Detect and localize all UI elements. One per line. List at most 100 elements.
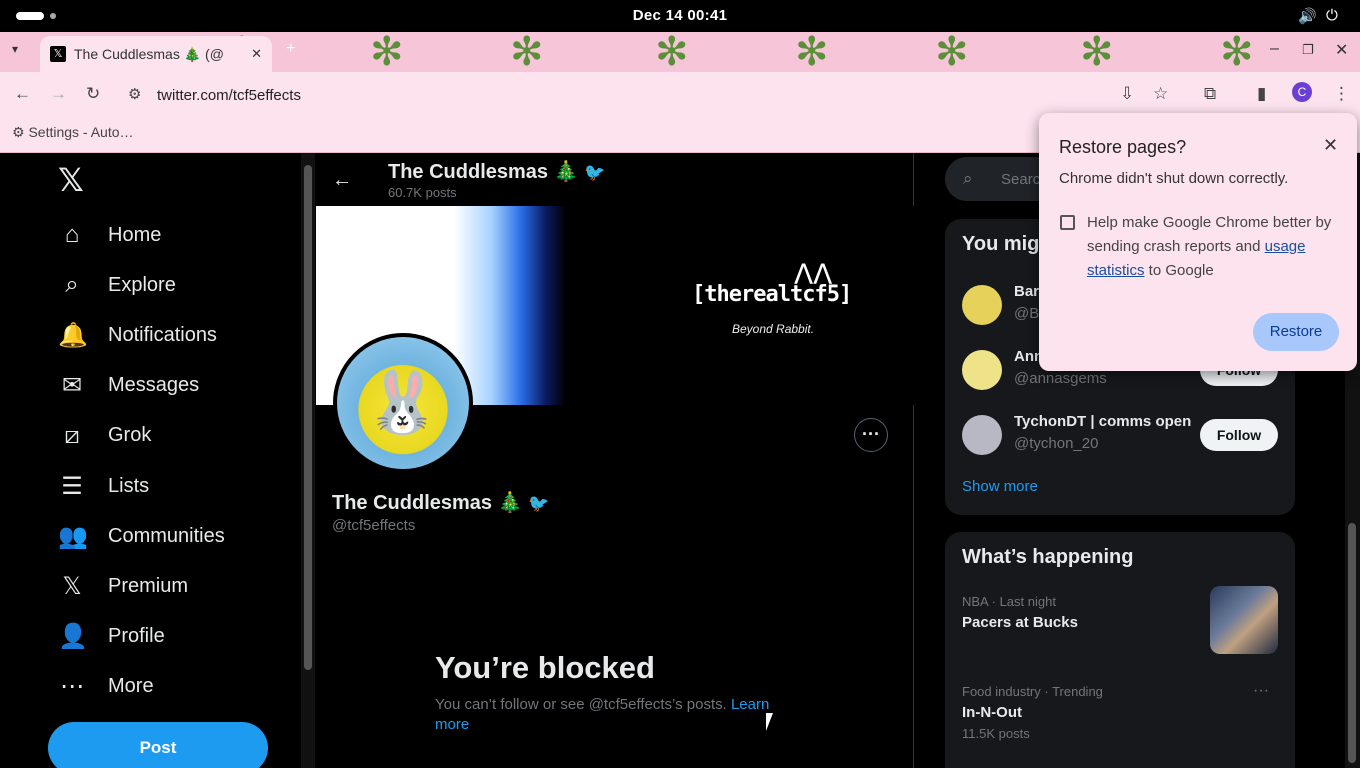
restore-pages-dialog: Restore pages? ✕ Chrome didn't shut down… <box>1039 113 1357 371</box>
show-more-link[interactable]: Show more <box>962 478 1038 495</box>
extensions-icon[interactable]: ⧉ <box>1204 84 1216 104</box>
back-arrow-icon[interactable]: ← <box>14 84 31 104</box>
nav-item-more[interactable]: ⋯ More <box>58 662 154 712</box>
home-icon: ⌂ <box>64 221 80 248</box>
bookmark-star-icon[interactable]: ☆ <box>1153 84 1168 104</box>
list-icon: ☰ <box>61 472 83 500</box>
side-panel-icon[interactable]: ▮ <box>1257 84 1266 104</box>
nav-item-grok[interactable]: ⧄ Grok <box>58 411 151 461</box>
trend-count: 11.5K posts <box>962 726 1030 741</box>
nav-item-profile[interactable]: 👤 Profile <box>58 612 165 662</box>
nav-item-communities[interactable]: 👥 Communities <box>58 511 225 561</box>
profile-handle: @tcf5effects <box>332 517 416 534</box>
close-icon[interactable]: ✕ <box>1323 135 1338 156</box>
blocked-text: You can’t follow or see @tcf5effects’s p… <box>435 696 727 713</box>
x-logo-icon[interactable]: 𝕏 <box>58 161 84 199</box>
tab-close-icon[interactable]: ✕ <box>251 46 262 62</box>
trend-more-icon[interactable]: ··· <box>1253 682 1269 700</box>
leaf-decoration-icon: ✻ <box>935 32 969 72</box>
dialog-message: Chrome didn't shut down correctly. <box>1059 170 1289 187</box>
avatar[interactable] <box>962 285 1002 325</box>
nav-item-messages[interactable]: ✉ Messages <box>58 361 199 411</box>
address-bar[interactable]: ⚙ twitter.com/tcf5effects <box>120 79 1120 111</box>
tab-search-chevron-icon[interactable]: ▾ <box>12 42 18 56</box>
crash-report-checkbox[interactable] <box>1060 215 1075 230</box>
leaf-decoration-icon: ✻ <box>1220 32 1254 72</box>
nav-label: Messages <box>108 374 200 397</box>
menu-kebab-icon[interactable]: ⋮ <box>1333 84 1350 104</box>
restore-button[interactable]: Restore <box>1253 313 1339 351</box>
nav-item-notifications[interactable]: 🔔 Notifications <box>58 310 217 360</box>
nav-label: Communities <box>108 524 225 547</box>
bird-icon: 🐦 <box>584 163 606 182</box>
nav-label: More <box>108 675 154 698</box>
bell-icon: 🔔 <box>58 321 88 349</box>
new-tab-plus-icon[interactable]: + <box>286 40 295 58</box>
leaf-decoration-icon: ✻ <box>510 32 544 72</box>
leaf-decoration-icon: ✻ <box>1080 32 1114 72</box>
browser-toolbar: ← → ↻ ⚙ twitter.com/tcf5effects ⇩ ☆ ⧉ ▮ … <box>0 72 1360 118</box>
nav-label: Lists <box>108 474 150 497</box>
reload-icon[interactable]: ↻ <box>86 84 100 104</box>
tab-title: The Cuddlesmas 🎄 (@ <box>74 45 224 62</box>
bookmark-item[interactable]: ⚙ Settings - Auto… <box>12 124 134 141</box>
scroll-thumb[interactable] <box>1348 523 1356 763</box>
follow-button[interactable]: Follow <box>1200 419 1278 451</box>
profile-name-text: The Cuddlesmas 🎄 <box>332 492 523 514</box>
more-options-button[interactable]: ··· <box>854 418 888 452</box>
x-icon: 𝕏 <box>62 572 82 600</box>
restore-window-icon[interactable]: ❐ <box>1302 42 1314 58</box>
header-name-text: The Cuddlesmas 🎄 <box>388 161 579 183</box>
leaf-decoration-icon: ✻ <box>795 32 829 72</box>
left-nav: 𝕏 ⌂ Home ⌕ Explore 🔔 Notifications ✉ Messages ⧄ G… <box>0 153 300 768</box>
nav-label: Home <box>108 223 162 246</box>
account-handle: @annasgems <box>1014 370 1107 387</box>
forward-arrow-icon[interactable]: → <box>50 84 67 104</box>
more-circle-icon: ⋯ <box>60 673 84 701</box>
leaf-decoration-icon: ✻ <box>370 32 404 72</box>
post-count: 60.7K posts <box>388 185 457 200</box>
nav-item-explore[interactable]: ⌕ Explore <box>58 260 176 310</box>
people-icon: 👥 <box>58 522 88 550</box>
volume-icon[interactable]: 🔊 <box>1298 7 1317 25</box>
avatar[interactable] <box>962 415 1002 455</box>
url-text[interactable]: twitter.com/tcf5effects <box>157 87 301 104</box>
blocked-message: You can’t follow or see @tcf5effects’s p… <box>435 695 795 735</box>
install-app-icon[interactable]: ⇩ <box>1120 84 1134 104</box>
profile-avatar[interactable]: C <box>1292 82 1312 102</box>
trend-meta: Food industry · Trending <box>962 684 1103 699</box>
nav-label: Premium <box>108 574 189 597</box>
trend-title: Pacers at Bucks <box>962 614 1078 631</box>
nav-item-home[interactable]: ⌂ Home <box>58 210 162 260</box>
avatar[interactable] <box>962 350 1002 390</box>
person-icon: 👤 <box>58 623 88 651</box>
active-tab[interactable]: 𝕏 The Cuddlesmas 🎄 (@ ✕ <box>40 36 272 72</box>
mouse-cursor <box>766 713 773 731</box>
site-settings-icon[interactable]: ⚙ <box>128 85 141 103</box>
clock[interactable]: Dec 14 00:41 <box>0 7 1360 24</box>
account-handle: @tychon_20 <box>1014 435 1099 452</box>
left-scrollbar[interactable] <box>301 153 315 768</box>
search-icon: ⌕ <box>963 169 973 188</box>
scroll-thumb[interactable] <box>304 165 312 670</box>
bunny-face-icon: 🐰 <box>365 369 440 436</box>
whats-happening-card: What’s happening NBA · Last night Pacers… <box>945 532 1295 768</box>
suggested-account[interactable]: TychonDT | comms open @tychon_20 Follow <box>945 405 1295 465</box>
nav-item-lists[interactable]: ☰ Lists <box>58 461 149 511</box>
minimize-icon[interactable]: – <box>1270 40 1279 58</box>
bird-icon: 🐦 <box>528 494 550 513</box>
grok-icon: ⧄ <box>64 421 80 449</box>
mail-icon: ✉ <box>61 372 83 400</box>
post-button[interactable]: Post <box>48 722 268 768</box>
bookmark-label: Settings - Auto… <box>28 124 134 140</box>
checkbox-label: Help make Google Chrome better by sendin… <box>1087 211 1337 283</box>
profile-avatar[interactable]: 🐰 <box>333 333 473 473</box>
power-icon[interactable]: ⏻ <box>1326 7 1338 24</box>
close-window-icon[interactable]: ✕ <box>1335 40 1348 60</box>
profile-name: The Cuddlesmas 🎄 🐦 <box>332 490 549 515</box>
back-arrow-icon[interactable]: ← <box>332 169 352 192</box>
whats-happening-title: What’s happening <box>962 546 1134 568</box>
leaf-decoration-icon: ✻ <box>655 32 689 72</box>
nav-item-premium[interactable]: 𝕏 Premium <box>58 561 188 611</box>
nav-label: Notifications <box>108 323 217 346</box>
